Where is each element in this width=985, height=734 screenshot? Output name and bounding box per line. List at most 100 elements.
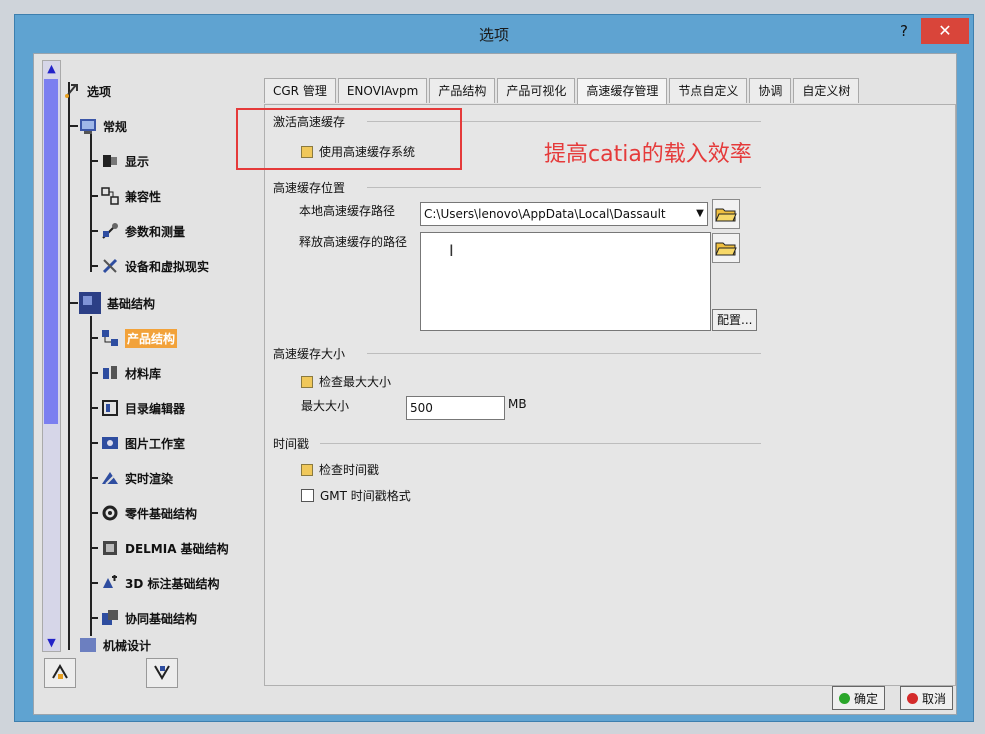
tree-item-part-infrastructure[interactable]: 零件基础结构 [90, 500, 198, 526]
tree-collapse-button[interactable] [146, 658, 178, 688]
annotation-icon [100, 573, 120, 593]
tree-label: 图片工作室 [125, 436, 186, 451]
tree-expand-icon [50, 662, 70, 685]
tree-item-display[interactable]: 显示 [90, 148, 150, 174]
options-tree-icon [62, 81, 82, 101]
title-bar[interactable]: 选项 ? ✕ [15, 15, 973, 51]
collaboration-icon [100, 608, 120, 628]
tree-item-general[interactable]: 常规 [68, 113, 127, 139]
check-max-size-checkbox[interactable]: 检查最大大小 [301, 373, 391, 390]
cancel-button[interactable]: 取消 [900, 686, 954, 710]
tree-item-collaboration[interactable]: 协同基础结构 [90, 605, 197, 631]
folder-icon [715, 203, 737, 226]
tree-label: 机械设计 [103, 638, 152, 653]
tab-product-visualization[interactable]: 产品可视化 [497, 78, 576, 103]
section-divider [367, 353, 761, 354]
max-size-unit: MB [508, 397, 527, 411]
close-button[interactable]: ✕ [921, 18, 969, 44]
scroll-down-icon[interactable]: ▼ [43, 635, 60, 651]
browse-release-path-button[interactable] [712, 233, 740, 263]
text-cursor-icon: I [449, 241, 454, 260]
tree-collapse-icon [152, 662, 172, 685]
tab-enoviavpm[interactable]: ENOVIAvpm [337, 78, 428, 103]
options-dialog: 选项 ? ✕ ▲ ▼ 选项 常规 显示 兼容性 参数和测量 设备和虚拟现实 基础… [14, 14, 974, 722]
ok-icon [839, 692, 850, 704]
help-button[interactable]: ? [891, 19, 917, 43]
tree-scrollbar[interactable]: ▲ ▼ [42, 60, 61, 652]
dialog-client-area: ▲ ▼ 选项 常规 显示 兼容性 参数和测量 设备和虚拟现实 基础结构 产品结构… [33, 53, 957, 715]
tab-cache-management[interactable]: 高速缓存管理 [577, 78, 668, 105]
tree-connector [68, 82, 70, 650]
options-tree: 选项 常规 显示 兼容性 参数和测量 设备和虚拟现实 基础结构 产品结构 材料库… [62, 60, 256, 652]
configure-button[interactable]: 配置... [712, 309, 758, 331]
tree-item-material-library[interactable]: 材料库 [90, 360, 161, 386]
gmt-format-checkbox[interactable]: GMT 时间戳格式 [301, 487, 411, 504]
tree-item-realtime-render[interactable]: 实时渲染 [90, 465, 173, 491]
ok-label: 确定 [854, 691, 879, 706]
tab-node-customization[interactable]: 节点自定义 [669, 78, 748, 103]
browse-local-path-button[interactable] [712, 199, 740, 229]
tree-label: 零件基础结构 [125, 506, 198, 521]
tree-item-mechanical-design[interactable]: 机械设计 [70, 638, 151, 652]
infrastructure-icon [78, 291, 102, 315]
delmia-icon [100, 538, 120, 558]
tree-label: 兼容性 [125, 189, 162, 204]
checked-box-icon [301, 375, 313, 388]
tree-item-infrastructure[interactable]: 基础结构 [68, 290, 155, 316]
checkbox-label: 检查时间戳 [319, 463, 380, 477]
tree-item-compatibility[interactable]: 兼容性 [90, 183, 162, 209]
display-icon [100, 151, 120, 171]
window-title: 选项 [478, 26, 509, 44]
check-timestamp-checkbox[interactable]: 检查时间戳 [301, 461, 379, 478]
tab-product-structure[interactable]: 产品结构 [429, 78, 496, 103]
max-size-label: 最大大小 [301, 399, 350, 413]
ok-button[interactable]: 确定 [832, 686, 886, 710]
devices-icon [100, 256, 120, 276]
max-size-input[interactable]: 500 [406, 396, 505, 420]
tree-label: 设备和虚拟现实 [125, 259, 210, 274]
unchecked-box-icon [301, 489, 314, 502]
tab-custom-tree[interactable]: 自定义树 [793, 78, 860, 103]
tab-reconcile[interactable]: 协调 [749, 78, 792, 103]
tree-scroll-thumb[interactable] [44, 79, 58, 424]
cache-management-panel: 激活高速缓存 使用高速缓存系统 高速缓存位置 本地高速缓存路径 C:\Users… [264, 104, 956, 686]
tree-label: 显示 [125, 154, 150, 169]
cache-location-title: 高速缓存位置 [273, 181, 346, 195]
chevron-down-icon[interactable]: ▼ [693, 203, 707, 225]
local-path-combo[interactable]: C:\Users\lenovo\AppData\Local\Dassault ▼ [420, 202, 708, 226]
cancel-icon [907, 692, 918, 704]
mechanical-design-icon [78, 638, 98, 652]
options-tabs: CGR 管理 ENOVIAvpm 产品结构 产品可视化 高速缓存管理 节点自定义… [264, 78, 861, 105]
tree-label: DELMIA 基础结构 [125, 541, 229, 556]
local-path-value: C:\Users\lenovo\AppData\Local\Dassault [424, 207, 666, 221]
tree-item-delmia[interactable]: DELMIA 基础结构 [90, 535, 229, 561]
tree-item-photo-studio[interactable]: 图片工作室 [90, 430, 186, 456]
tree-item-catalog-editor[interactable]: 目录编辑器 [90, 395, 186, 421]
tree-label: 选项 [87, 84, 112, 99]
tree-item-parameters[interactable]: 参数和测量 [90, 218, 185, 244]
section-divider [320, 443, 761, 444]
tree-item-options[interactable]: 选项 [62, 78, 111, 104]
release-path-textarea[interactable]: I [420, 232, 711, 331]
tree-item-annotation[interactable]: 3D 标注基础结构 [90, 570, 220, 596]
tree-label: 目录编辑器 [125, 401, 186, 416]
scroll-up-icon[interactable]: ▲ [43, 61, 60, 77]
product-structure-icon [100, 328, 120, 348]
tab-cgr[interactable]: CGR 管理 [264, 78, 336, 103]
folder-icon [715, 237, 737, 260]
annotation-highlight-box [236, 108, 462, 170]
annotation-text: 提高catia的载入效率 [544, 142, 752, 167]
checked-box-icon [301, 463, 313, 476]
catalog-editor-icon [100, 398, 120, 418]
checkbox-label: 检查最大大小 [319, 375, 392, 389]
options-tree-panel: ▲ ▼ 选项 常规 显示 兼容性 参数和测量 设备和虚拟现实 基础结构 产品结构… [42, 60, 256, 700]
section-divider [367, 187, 761, 188]
checkbox-label: GMT 时间戳格式 [320, 489, 411, 503]
tree-expand-button[interactable] [44, 658, 76, 688]
material-library-icon [100, 363, 120, 383]
tree-item-devices[interactable]: 设备和虚拟现实 [90, 253, 210, 279]
tree-label-selected: 产品结构 [125, 328, 178, 348]
photo-studio-icon [100, 433, 120, 453]
general-icon [78, 116, 98, 136]
tree-item-product-structure[interactable]: 产品结构 [90, 325, 178, 351]
